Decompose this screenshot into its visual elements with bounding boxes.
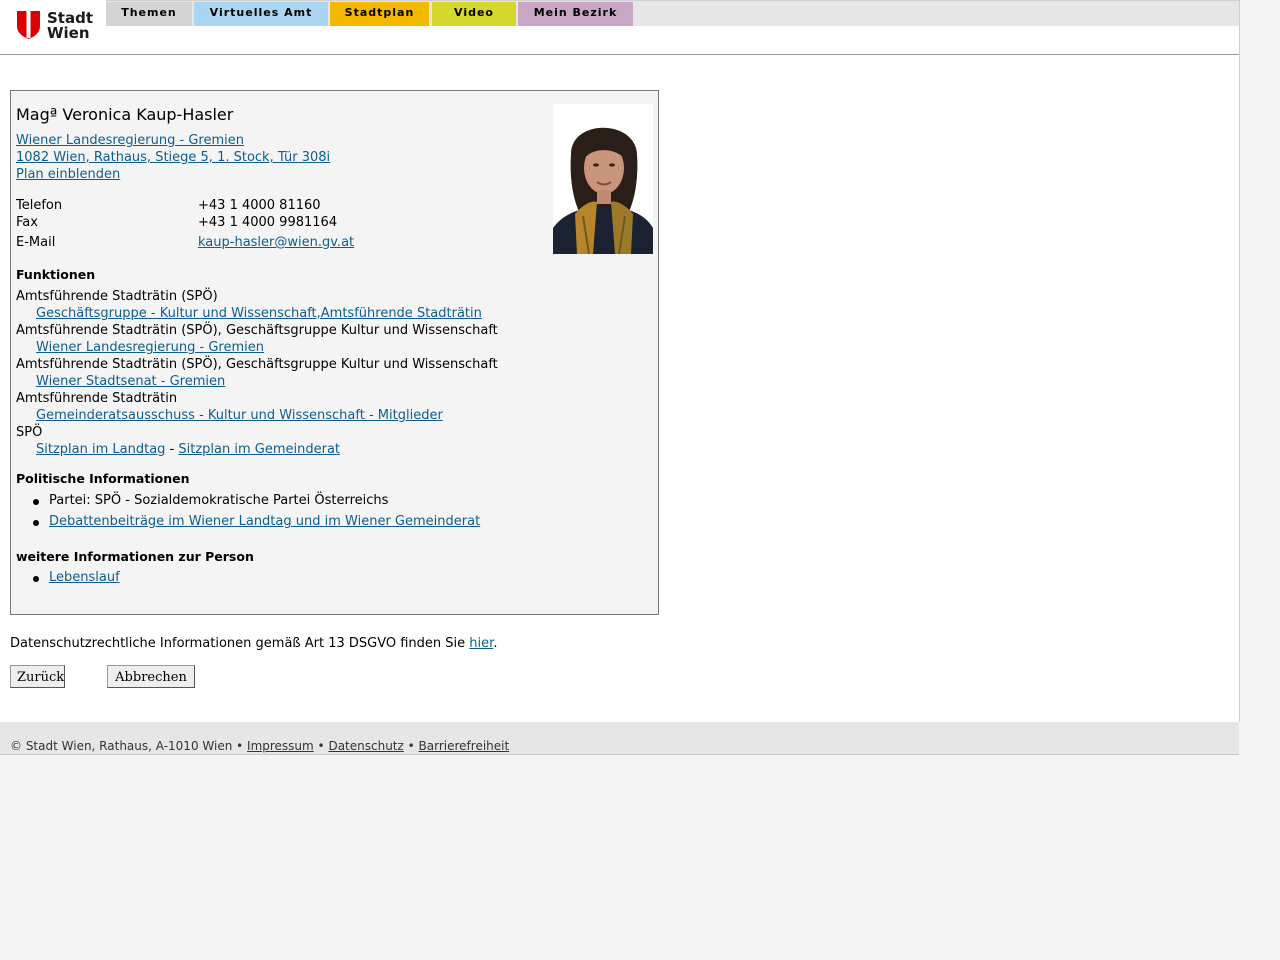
political-heading: Politische Informationen: [16, 471, 190, 486]
footer-sep: •: [232, 739, 248, 753]
seat-plan-gemeinderat-link[interactable]: Sitzplan im Gemeinderat: [178, 442, 340, 457]
cancel-button[interactable]: Abbrechen: [107, 665, 195, 688]
person-card: Magª Veronica Kaup-Hasler Wiener Landesr…: [10, 90, 659, 615]
datenschutz-link[interactable]: Datenschutz: [328, 739, 403, 753]
person-name: Magª Veronica Kaup-Hasler: [16, 105, 234, 124]
function-link[interactable]: Geschäftsgruppe - Kultur und Wissenschaf…: [36, 306, 482, 321]
site-header: Stadt Wien Themen Virtuelles Amt Stadtpl…: [0, 0, 1239, 55]
address-link[interactable]: 1082 Wien, Rathaus, Stiege 5, 1. Stock, …: [16, 150, 330, 165]
logo-line-2: Wien: [47, 24, 90, 42]
debates-link[interactable]: Debattenbeiträge im Wiener Landtag und i…: [49, 514, 480, 529]
footer-sep: •: [313, 739, 329, 753]
barrierefreiheit-link[interactable]: Barrierefreiheit: [419, 739, 510, 753]
tab-stadtplan[interactable]: Stadtplan: [330, 2, 429, 26]
function-role: Amtsführende Stadträtin (SPÖ), Geschäfts…: [16, 357, 498, 372]
functions-heading: Funktionen: [16, 267, 96, 282]
page: Stadt Wien Themen Virtuelles Amt Stadtpl…: [0, 0, 1240, 722]
function-role: Amtsführende Stadträtin (SPÖ), Geschäfts…: [16, 323, 498, 338]
privacy-text: Datenschutzrechtliche Informationen gemä…: [10, 636, 470, 651]
footer-copyright: © Stadt Wien, Rathaus, A-1010 Wien: [10, 739, 233, 753]
debates-item: Debattenbeiträge im Wiener Landtag und i…: [32, 514, 480, 529]
fax-value: +43 1 4000 9981164: [198, 215, 338, 230]
phone-value: +43 1 4000 81160: [198, 198, 321, 213]
party-item: Partei: SPÖ - Sozialdemokratische Partei…: [32, 493, 389, 508]
phone-label: Telefon: [16, 198, 63, 213]
main-nav: Themen Virtuelles Amt Stadtplan Video Me…: [106, 0, 1239, 26]
function-link[interactable]: Gemeinderatsausschuss - Kultur und Wisse…: [36, 408, 443, 423]
function-role: Amtsführende Stadträtin: [16, 391, 178, 406]
org-link[interactable]: Wiener Landesregierung - Gremien: [16, 133, 244, 148]
site-footer: © Stadt Wien, Rathaus, A-1010 Wien • Imp…: [0, 722, 1239, 755]
email-link[interactable]: kaup-hasler@wien.gv.at: [198, 235, 354, 250]
tab-video[interactable]: Video: [432, 2, 516, 26]
person-photo: [553, 104, 653, 255]
seat-plan-landtag-link[interactable]: Sitzplan im Landtag: [36, 442, 165, 457]
back-button[interactable]: Zurück: [10, 665, 65, 688]
footer-text: © Stadt Wien, Rathaus, A-1010 Wien • Imp…: [10, 739, 509, 753]
impressum-link[interactable]: Impressum: [247, 739, 314, 753]
seat-plan-links: Sitzplan im Landtag - Sitzplan im Gemein…: [36, 442, 340, 457]
vienna-shield-icon: [17, 11, 40, 39]
party-role: SPÖ: [16, 425, 43, 440]
more-info-heading: weitere Informationen zur Person: [16, 549, 254, 564]
function-role: Amtsführende Stadträtin (SPÖ): [16, 289, 218, 304]
privacy-notice: Datenschutzrechtliche Informationen gemä…: [10, 636, 497, 651]
privacy-end: .: [493, 636, 498, 651]
function-link[interactable]: Wiener Stadtsenat - Gremien: [36, 374, 225, 389]
privacy-link[interactable]: hier: [469, 636, 493, 651]
tab-virtuelles-amt[interactable]: Virtuelles Amt: [194, 2, 328, 26]
seat-plan-separator: -: [165, 442, 179, 457]
stadt-wien-logo[interactable]: Stadt Wien: [17, 11, 97, 43]
tab-mein-bezirk[interactable]: Mein Bezirk: [518, 2, 633, 26]
logo-wordmark: Stadt Wien: [47, 11, 93, 41]
portrait-image: [553, 104, 653, 255]
email-label: E-Mail: [16, 235, 56, 250]
show-map-link[interactable]: Plan einblenden: [16, 167, 120, 182]
cv-link[interactable]: Lebenslauf: [49, 570, 120, 585]
cv-item: Lebenslauf: [33, 570, 120, 585]
tab-themen[interactable]: Themen: [106, 2, 192, 26]
footer-sep: •: [403, 739, 419, 753]
function-link[interactable]: Wiener Landesregierung - Gremien: [36, 340, 264, 355]
fax-label: Fax: [16, 215, 38, 230]
